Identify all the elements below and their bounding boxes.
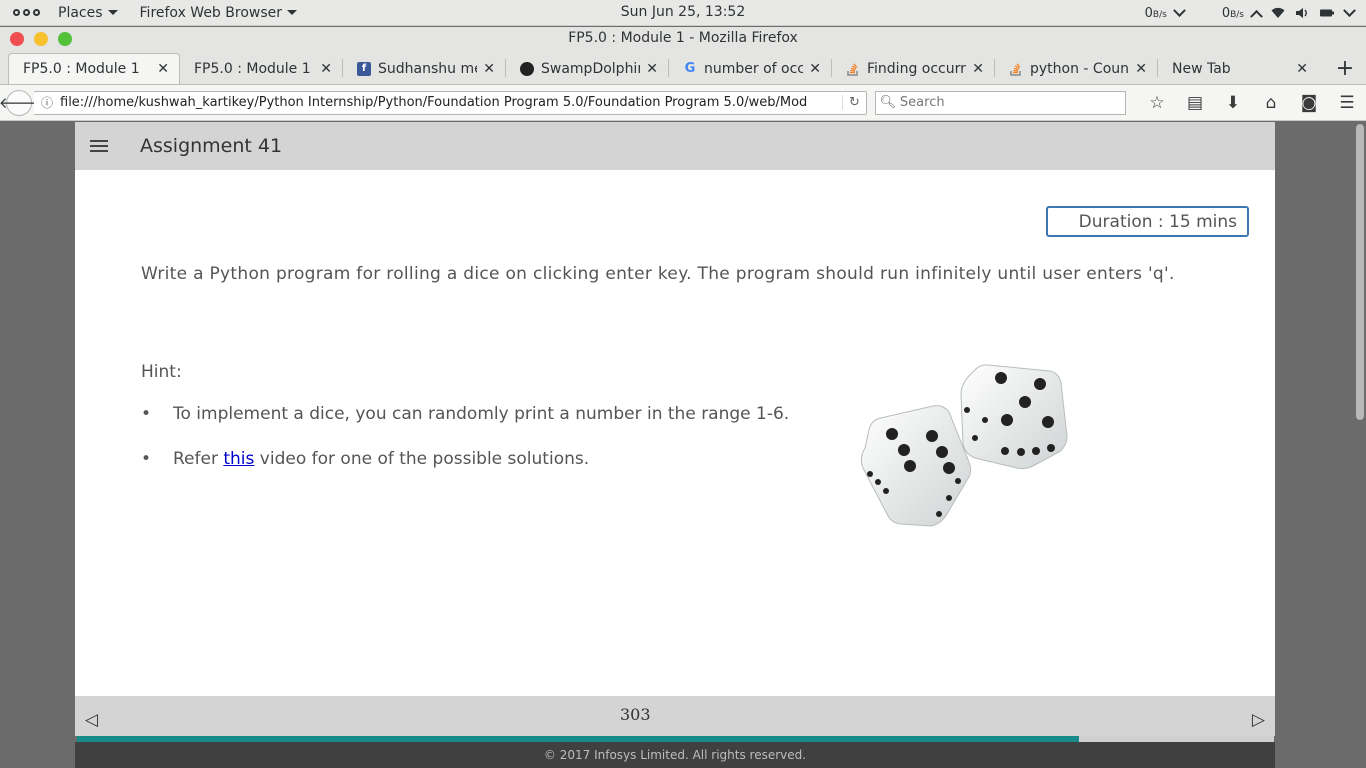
tab-close-icon[interactable]: ✕ <box>972 61 984 77</box>
download-arrow-icon <box>1172 3 1186 17</box>
tab-github[interactable]: SwampDolphin9 ✕ <box>506 53 668 84</box>
bookmark-star-icon[interactable]: ☆ <box>1138 93 1176 113</box>
tab-close-icon[interactable]: ✕ <box>320 61 332 77</box>
tab-label: FP5.0 : Module 1 <box>194 60 311 77</box>
sidebar-toggle-icon[interactable] <box>90 140 108 152</box>
upload-arrow-icon <box>1250 9 1263 23</box>
tab-stackoverflow-1[interactable]: Finding occurren ✕ <box>832 53 994 84</box>
window-title: FP5.0 : Module 1 - Mozilla Firefox <box>568 30 798 46</box>
tab-close-icon[interactable]: ✕ <box>809 61 821 77</box>
assignment-header: Assignment 41 <box>75 122 1275 170</box>
places-menu-label: Places <box>58 4 103 21</box>
github-icon <box>520 61 534 76</box>
clock[interactable]: Sun Jun 25, 13:52 <box>621 4 745 20</box>
tab-strip: FP5.0 : Module 1 ✕ FP5.0 : Module 1 ✕ f … <box>0 51 1366 85</box>
page-number: 303 <box>620 705 651 724</box>
places-menu[interactable]: Places <box>48 5 128 21</box>
hint-bullet-2: Refer this video for one of the possible… <box>173 449 590 469</box>
video-link[interactable]: this <box>223 449 254 469</box>
list-item: • Refer this video for one of the possib… <box>141 449 789 494</box>
slide-navigation: ◁ 303 ▷ <box>75 696 1275 736</box>
tab-new-tab[interactable]: New Tab ✕ <box>1158 53 1318 84</box>
facebook-icon: f <box>357 61 371 76</box>
info-icon[interactable]: ⓘ <box>34 94 60 111</box>
google-icon: G <box>684 61 696 76</box>
dice-illustration <box>860 364 1068 527</box>
hint-list: • To implement a dice, you can randomly … <box>141 404 789 494</box>
caret-down-icon <box>287 10 298 15</box>
volume-icon[interactable] <box>1295 7 1309 19</box>
die-back <box>960 364 1068 470</box>
url-bar[interactable]: ⓘ file:///home/kushwah_kartikey/Python I… <box>34 90 867 115</box>
bullet-icon: • <box>141 449 152 469</box>
tab-stackoverflow-2[interactable]: python - Count ✕ <box>995 53 1157 84</box>
pocket-icon[interactable]: ◙ <box>1290 93 1328 113</box>
battery-icon[interactable] <box>1319 7 1335 19</box>
search-input[interactable] <box>899 95 1120 110</box>
assignment-body: Duration : 15 mins Write a Python progra… <box>75 170 1275 696</box>
tab-label: SwampDolphin9 <box>541 60 640 77</box>
net-upload-value: 0B/s <box>1221 5 1244 21</box>
app-menu[interactable]: Firefox Web Browser <box>130 5 308 21</box>
copyright-footer: © 2017 Infosys Limited. All rights reser… <box>75 742 1275 768</box>
back-arrow-icon[interactable]: 🡐 <box>0 89 39 116</box>
list-item: • To implement a dice, you can randomly … <box>141 404 789 449</box>
question-text: Write a Python program for rolling a dic… <box>141 264 1175 284</box>
tab-facebook[interactable]: f Sudhanshu mes ✕ <box>343 53 505 84</box>
wifi-icon[interactable] <box>1271 7 1285 19</box>
menu-hamburger-icon[interactable]: ☰ <box>1328 93 1366 113</box>
search-icon: 🔍︎ <box>879 95 897 110</box>
new-tab-plus-icon[interactable]: + <box>1330 53 1360 84</box>
page-title: Assignment 41 <box>140 135 283 157</box>
net-speed-indicator[interactable]: 0B/s 0B/s <box>1144 3 1263 23</box>
url-text[interactable]: file:///home/kushwah_kartikey/Python Int… <box>60 95 842 110</box>
window-titlebar: FP5.0 : Module 1 - Mozilla Firefox <box>0 27 1366 51</box>
tab-close-icon[interactable]: ✕ <box>1296 61 1308 77</box>
duration-badge: Duration : 15 mins <box>1046 206 1249 237</box>
gnome-top-bar: Places Firefox Web Browser Sun Jun 25, 1… <box>0 0 1366 26</box>
die-front <box>860 405 972 527</box>
app-menu-label: Firefox Web Browser <box>139 4 283 21</box>
downloads-icon[interactable]: ⬇ <box>1214 93 1252 113</box>
next-arrow-icon[interactable]: ▷ <box>1252 710 1265 730</box>
bullet-icon: • <box>141 404 152 424</box>
search-bar[interactable]: 🔍︎ <box>874 90 1126 115</box>
tab-close-icon[interactable]: ✕ <box>483 61 495 77</box>
tab-google[interactable]: G number of occur ✕ <box>669 53 831 84</box>
tab-label: Finding occurren <box>867 60 966 77</box>
hint-bullet-1: To implement a dice, you can randomly pr… <box>173 404 790 424</box>
tab-label: FP5.0 : Module 1 <box>23 61 140 77</box>
system-menu-chevron-icon[interactable] <box>1343 3 1356 17</box>
vertical-scrollbar[interactable] <box>1356 124 1364 420</box>
activities-dots-icon[interactable] <box>0 9 48 16</box>
tab-fp5-module1-active[interactable]: FP5.0 : Module 1 ✕ <box>8 53 180 84</box>
tab-label: New Tab <box>1172 60 1231 77</box>
tab-close-icon[interactable]: ✕ <box>1135 61 1147 77</box>
caret-down-icon <box>107 10 118 15</box>
reload-icon[interactable]: ↻ <box>841 95 866 110</box>
stackoverflow-icon <box>846 62 860 76</box>
hint-label: Hint: <box>141 362 182 382</box>
previous-arrow-icon[interactable]: ◁ <box>85 710 98 730</box>
reading-list-icon[interactable]: ▤ <box>1176 93 1214 113</box>
tab-close-icon[interactable]: ✕ <box>157 61 169 77</box>
tab-fp5-module1[interactable]: FP5.0 : Module 1 ✕ <box>180 53 342 84</box>
tab-label: number of occur <box>704 60 804 77</box>
home-icon[interactable]: ⌂ <box>1252 93 1290 113</box>
navigation-toolbar: 🡐 ⓘ file:///home/kushwah_kartikey/Python… <box>0 85 1366 121</box>
tab-close-icon[interactable]: ✕ <box>646 61 658 77</box>
net-download-value: 0B/s <box>1144 5 1167 21</box>
stackoverflow-icon <box>1009 62 1023 76</box>
tab-label: Sudhanshu mes <box>378 60 477 77</box>
tab-label: python - Count <box>1030 60 1130 77</box>
